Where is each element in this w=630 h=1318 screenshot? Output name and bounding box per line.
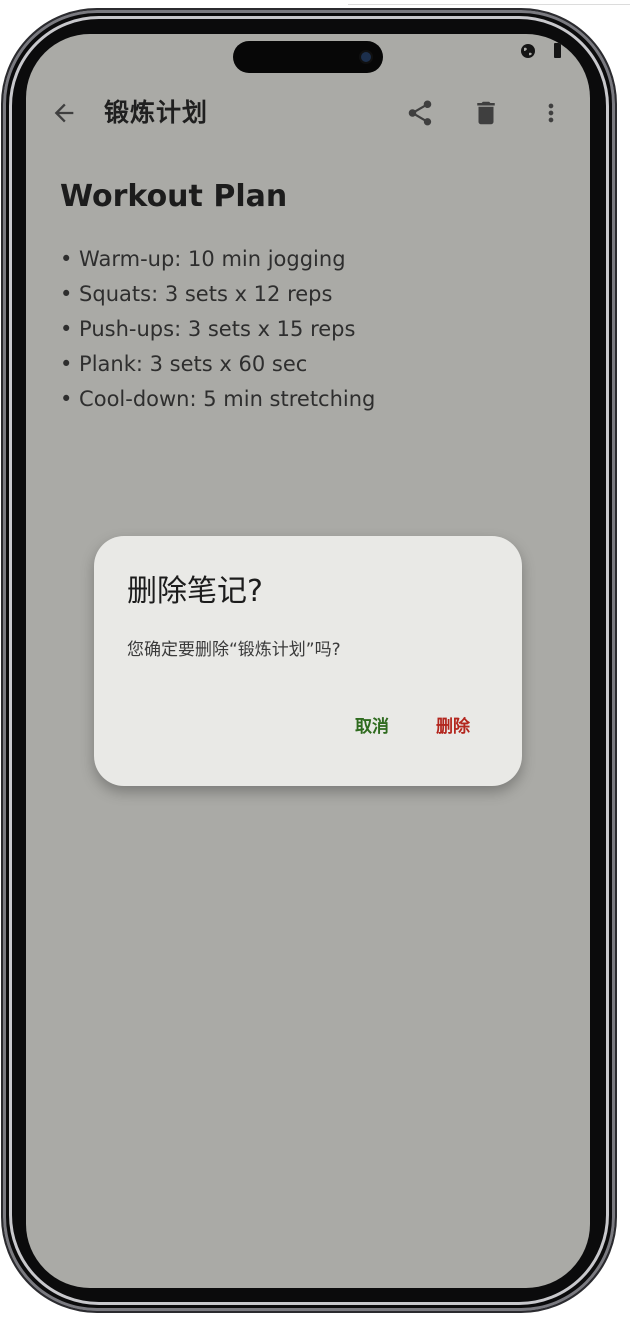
list-item: • Warm-up: 10 min jogging — [60, 247, 346, 271]
delete-confirm-dialog: 删除笔记? 您确定要删除“锻炼计划”吗? 取消 删除 — [94, 536, 522, 786]
delete-button[interactable] — [468, 95, 504, 131]
share-button[interactable] — [402, 95, 438, 131]
dynamic-island — [233, 41, 383, 73]
trash-icon — [477, 101, 495, 125]
confirm-delete-button[interactable]: 删除 — [433, 710, 473, 744]
page-title: 锻炼计划 — [104, 98, 209, 127]
phone-screen: 锻炼计划 Workout Plan • Warm-up: 10 min jogg… — [26, 34, 590, 1288]
list-item: • Plank: 3 sets x 60 sec — [60, 352, 308, 376]
note-list: • Warm-up: 10 min jogging • Squats: 3 se… — [60, 242, 560, 417]
battery-icon — [554, 43, 561, 58]
globe-icon — [521, 44, 535, 58]
camera-icon — [361, 52, 371, 62]
list-item: • Cool-down: 5 min stretching — [60, 387, 376, 411]
note-heading: Workout Plan — [60, 179, 288, 214]
note-content: Workout Plan • Warm-up: 10 min jogging •… — [60, 174, 560, 417]
share-icon — [408, 100, 432, 126]
arrow-back-icon — [54, 103, 74, 123]
dialog-message: 您确定要删除“锻炼计划”吗? — [127, 640, 341, 660]
app-bar: 锻炼计划 — [26, 78, 590, 146]
browser-edge — [348, 0, 630, 5]
more-vert-icon — [548, 103, 554, 123]
more-options-button[interactable] — [533, 95, 569, 131]
cancel-button[interactable]: 取消 — [352, 710, 392, 744]
list-item: • Squats: 3 sets x 12 reps — [60, 282, 333, 306]
dialog-title: 删除笔记? — [127, 574, 263, 609]
list-item: • Push-ups: 3 sets x 15 reps — [60, 317, 356, 341]
back-button[interactable] — [46, 95, 82, 131]
